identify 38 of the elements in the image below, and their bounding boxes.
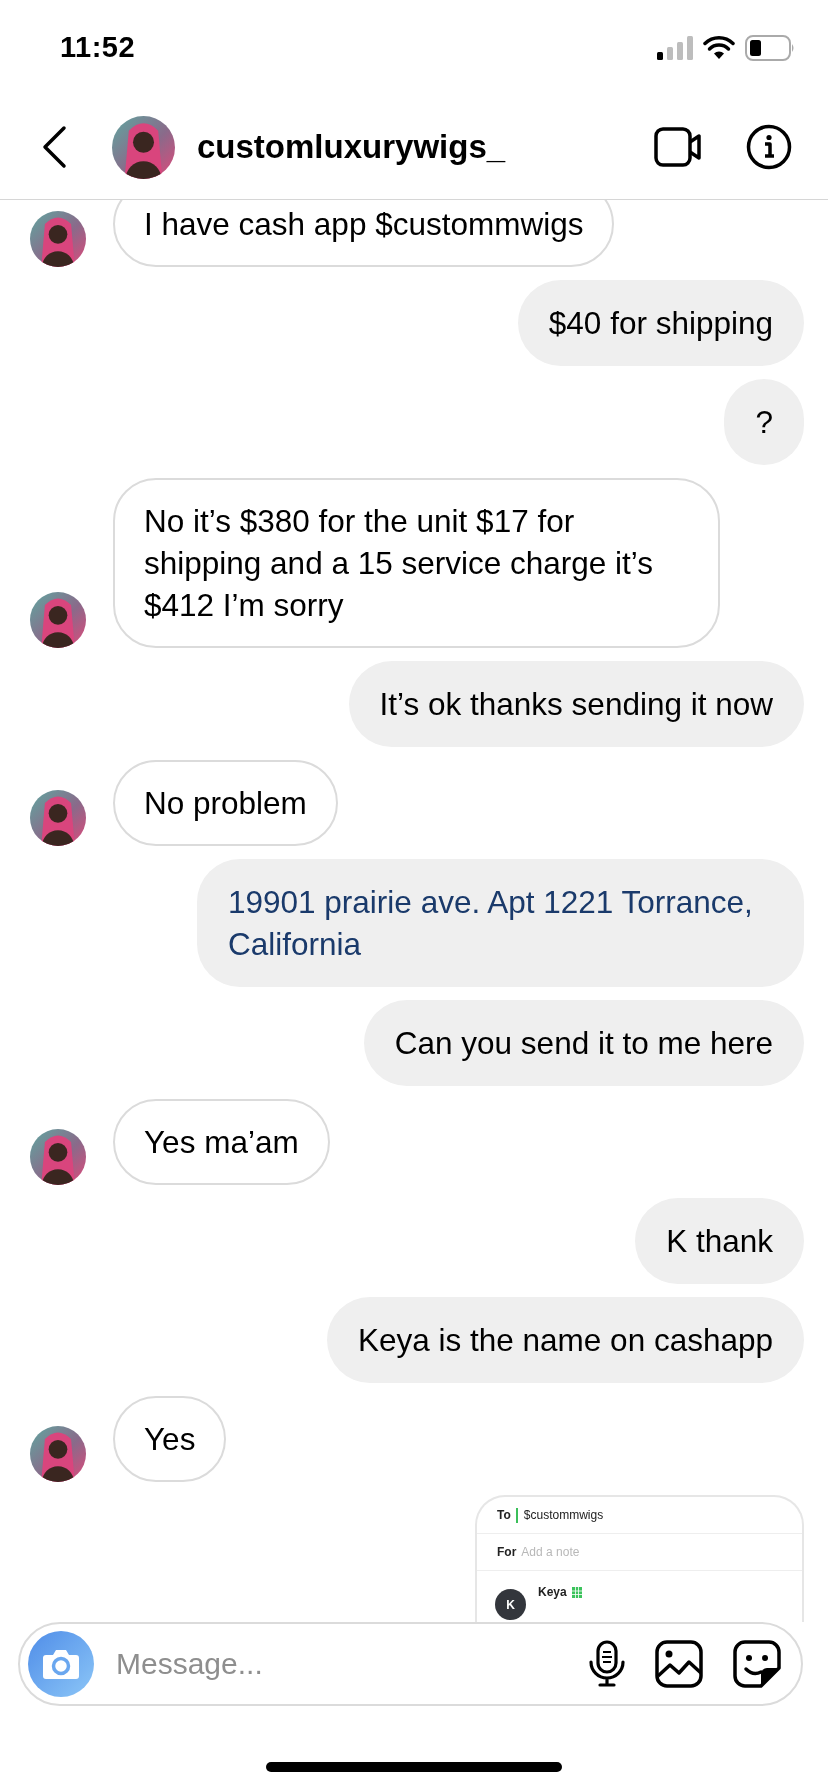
username[interactable]: customluxurywigs_ bbox=[197, 128, 610, 166]
note-placeholder: Add a note bbox=[521, 1545, 580, 1559]
message-bubble: Keya is the name on cashapp bbox=[326, 1297, 804, 1383]
sticker-icon[interactable] bbox=[733, 1640, 781, 1688]
info-icon[interactable] bbox=[746, 124, 792, 170]
message-bubble: It’s ok thanks sending it now bbox=[348, 661, 804, 747]
contact-initial: K bbox=[495, 1589, 526, 1620]
image-icon[interactable] bbox=[655, 1640, 703, 1688]
camera-button[interactable] bbox=[28, 1631, 94, 1697]
video-call-icon[interactable] bbox=[654, 126, 702, 168]
message-bubble: Can you send it to me here bbox=[363, 1000, 804, 1086]
text-cursor bbox=[515, 1507, 518, 1523]
avatar bbox=[30, 592, 86, 648]
avatar bbox=[30, 211, 86, 267]
message-bubble: ? bbox=[724, 379, 804, 465]
avatar bbox=[30, 1426, 86, 1482]
address-link[interactable]: 19901 prairie ave. Apt 1221 Torrance, California bbox=[197, 859, 804, 987]
to-label: To bbox=[497, 1508, 511, 1522]
battery-icon bbox=[745, 34, 795, 61]
payment-screenshot[interactable]: To $custommwigs For Add a note K Keya bbox=[475, 1495, 804, 1622]
wifi-icon bbox=[703, 35, 735, 60]
message-bubble: $40 for shipping bbox=[517, 280, 804, 366]
microphone-icon[interactable] bbox=[589, 1640, 625, 1688]
card-icon bbox=[571, 1586, 582, 1598]
message-bubble: K thank bbox=[635, 1198, 804, 1284]
avatar bbox=[30, 1129, 86, 1185]
message-bubble: I have cash app $custommwigs bbox=[113, 200, 615, 267]
message-bubble: Yes bbox=[113, 1396, 227, 1482]
avatar bbox=[30, 790, 86, 846]
signal-icon bbox=[657, 35, 693, 60]
camera-icon bbox=[42, 1648, 80, 1680]
message-bubble: Yes ma’am bbox=[113, 1099, 330, 1185]
message-bubble: No it’s $380 for the unit $17 for shipping and a 15 service charge it’s $412 I’m sorry bbox=[113, 478, 720, 648]
recipient-text: $custommwigs bbox=[523, 1508, 604, 1522]
for-label: For bbox=[497, 1545, 517, 1559]
status-time: 11:52 bbox=[60, 31, 136, 64]
message-bubble: No problem bbox=[113, 760, 338, 846]
contact-name: Keya bbox=[538, 1585, 567, 1599]
